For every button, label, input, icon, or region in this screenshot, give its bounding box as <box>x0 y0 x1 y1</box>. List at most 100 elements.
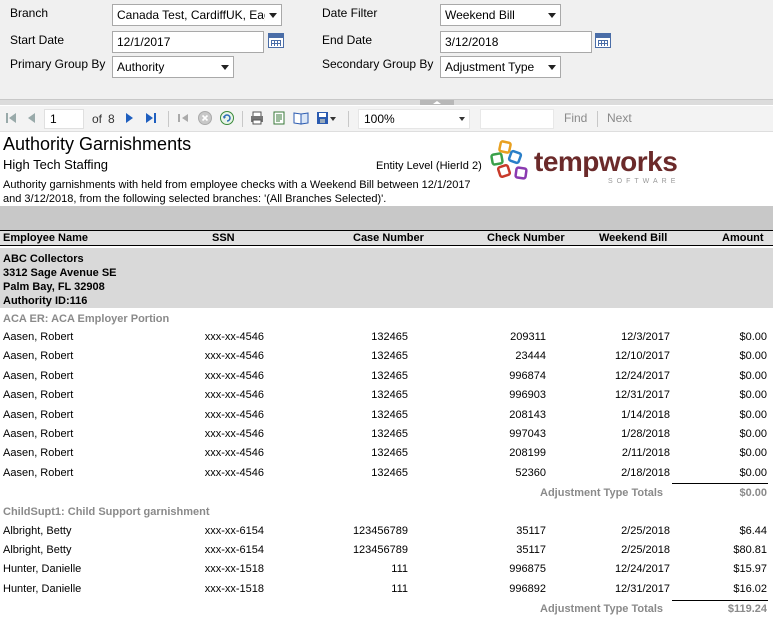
report-body: Authority Garnishments High Tech Staffin… <box>0 132 773 618</box>
cell-ssn: xxx-xx-6154 <box>204 544 264 556</box>
start-date-input[interactable]: 12/1/2017 <box>112 31 264 53</box>
table-row: Hunter, Danielle xxx-xx-1518 111 996875 … <box>0 561 773 580</box>
cell-amount: $0.00 <box>739 370 767 382</box>
cell-check: 996903 <box>509 389 546 401</box>
cell-name: Aasen, Robert <box>3 350 74 362</box>
cell-week: 1/14/2018 <box>621 409 670 421</box>
cell-amount: $0.00 <box>739 447 767 459</box>
find-link[interactable]: Find <box>564 111 587 125</box>
cell-week: 2/25/2018 <box>621 525 670 537</box>
last-page-icon[interactable] <box>143 110 159 126</box>
cell-check: 52360 <box>515 467 546 479</box>
cell-case: 132465 <box>371 428 408 440</box>
date-filter-select[interactable]: Weekend Bill <box>440 4 561 26</box>
col-ssn: SSN <box>212 232 235 244</box>
cell-amount: $0.00 <box>739 389 767 401</box>
cell-name: Hunter, Danielle <box>3 583 82 595</box>
end-date-input[interactable]: 3/12/2018 <box>440 31 592 53</box>
page-setup-icon[interactable] <box>293 110 309 126</box>
authority-name: ABC Collectors <box>3 253 84 265</box>
cell-week: 2/18/2018 <box>621 467 670 479</box>
zoom-value: 100% <box>364 112 395 126</box>
cell-week: 2/11/2018 <box>621 447 670 459</box>
cell-amount: $6.44 <box>739 525 767 537</box>
group-total-label: Adjustment Type Totals <box>540 603 664 615</box>
cell-check: 23444 <box>515 350 546 362</box>
cell-amount: $0.00 <box>739 409 767 421</box>
table-row: Hunter, Danielle xxx-xx-1518 111 996892 … <box>0 581 773 600</box>
cell-ssn: xxx-xx-4546 <box>204 389 264 401</box>
secondary-group-value: Adjustment Type <box>445 60 535 74</box>
cell-amount: $80.81 <box>733 544 767 556</box>
cell-name: Aasen, Robert <box>3 370 74 382</box>
cell-name: Aasen, Robert <box>3 331 74 343</box>
cell-name: Aasen, Robert <box>3 409 74 421</box>
prev-page-icon[interactable] <box>23 110 39 126</box>
chevron-down-icon <box>265 5 281 25</box>
primary-group-label: Primary Group By <box>10 57 106 71</box>
group-header: ChildSupt1: Child Support garnishment <box>3 506 210 518</box>
cell-ssn: xxx-xx-4546 <box>204 370 264 382</box>
next-page-icon[interactable] <box>122 110 138 126</box>
table-row: Aasen, Robert xxx-xx-4546 132465 208199 … <box>0 445 773 464</box>
cell-case: 132465 <box>371 409 408 421</box>
branch-select[interactable]: Canada Test, CardiffUK, Eag <box>112 4 282 26</box>
table-row: Albright, Betty xxx-xx-6154 123456789 35… <box>0 523 773 542</box>
cell-ssn: xxx-xx-4546 <box>204 447 264 459</box>
cell-name: Hunter, Danielle <box>3 563 82 575</box>
export-icon[interactable] <box>315 110 336 126</box>
cell-name: Albright, Betty <box>3 544 72 556</box>
start-date-label: Start Date <box>10 33 65 47</box>
cell-ssn: xxx-xx-4546 <box>204 331 264 343</box>
cell-week: 12/24/2017 <box>614 370 670 382</box>
cell-amount: $0.00 <box>739 331 767 343</box>
group-total-value: $119.24 <box>727 603 767 615</box>
back-icon[interactable] <box>175 110 191 126</box>
cell-check: 996892 <box>509 583 546 595</box>
page-number-input[interactable]: 1 <box>44 109 84 129</box>
entity-level: Entity Level (HierId 2) <box>376 160 482 172</box>
calendar-icon[interactable] <box>595 33 611 48</box>
cell-ssn: xxx-xx-4546 <box>204 350 264 362</box>
report-toolbar: 1 of 8 100% Find Next <box>0 106 773 132</box>
cell-case: 132465 <box>371 467 408 479</box>
col-weekend-bill: Weekend Bill <box>599 232 668 244</box>
col-employee-name: Employee Name <box>3 232 88 244</box>
cell-check: 208199 <box>509 447 546 459</box>
total-rule <box>672 483 768 484</box>
panel-splitter[interactable] <box>0 99 773 105</box>
chevron-down-icon <box>544 57 560 77</box>
toolbar-separator <box>348 111 349 127</box>
print-icon[interactable] <box>249 110 265 126</box>
zoom-select[interactable]: 100% <box>358 109 470 129</box>
print-layout-icon[interactable] <box>271 110 287 126</box>
secondary-group-label: Secondary Group By <box>322 57 434 71</box>
primary-group-value: Authority <box>117 60 165 74</box>
secondary-group-select[interactable]: Adjustment Type <box>440 56 561 78</box>
refresh-icon[interactable] <box>219 110 235 126</box>
cell-ssn: xxx-xx-1518 <box>204 563 264 575</box>
date-filter-label: Date Filter <box>322 6 378 20</box>
calendar-icon[interactable] <box>268 33 284 48</box>
report-title: Authority Garnishments <box>3 134 192 154</box>
find-input[interactable] <box>480 109 554 129</box>
logo-wordmark: tempworks <box>534 146 678 177</box>
collapse-handle-icon[interactable] <box>420 100 454 105</box>
cell-amount: $0.00 <box>739 467 767 479</box>
primary-group-select[interactable]: Authority <box>112 56 234 78</box>
next-link[interactable]: Next <box>607 111 632 125</box>
cell-case: 111 <box>391 583 408 595</box>
first-page-icon[interactable] <box>3 110 19 126</box>
stop-icon[interactable] <box>197 110 213 126</box>
cell-week: 12/31/2017 <box>614 389 670 401</box>
table-row: Aasen, Robert xxx-xx-4546 132465 996903 … <box>0 387 773 406</box>
cell-name: Aasen, Robert <box>3 447 74 459</box>
cell-week: 12/3/2017 <box>621 331 670 343</box>
authority-address1: 3312 Sage Avenue SE <box>3 267 117 279</box>
company-name: High Tech Staffing <box>3 157 109 172</box>
table-row: Aasen, Robert xxx-xx-4546 132465 23444 1… <box>0 348 773 367</box>
cell-ssn: xxx-xx-1518 <box>204 583 264 595</box>
report-header-bar <box>0 206 773 230</box>
table-row: Aasen, Robert xxx-xx-4546 132465 997043 … <box>0 426 773 445</box>
page-of-label: of <box>92 112 103 126</box>
